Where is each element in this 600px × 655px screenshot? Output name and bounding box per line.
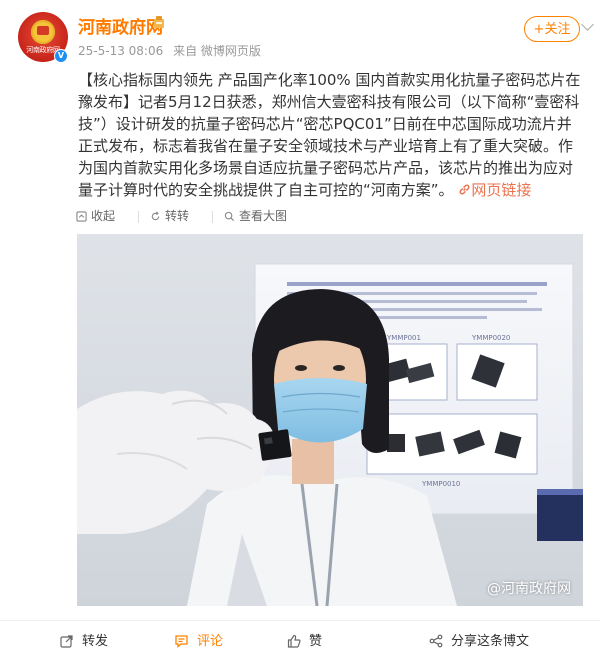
- verified-badge-icon: V: [54, 49, 68, 63]
- chip-model-label: YMMP0010: [421, 480, 460, 488]
- post-text: 【核心指标国内领先 产品国产化率100% 国内首款实用化抗量子密码芯片在豫发布】…: [78, 69, 584, 201]
- forward-label: 转发: [82, 634, 109, 649]
- post-body: 【核心指标国内领先 产品国产化率100% 国内首款实用化抗量子密码芯片在豫发布】…: [78, 71, 581, 199]
- thumbs-up-icon: [287, 634, 301, 648]
- post-photo[interactable]: YMMP001 YMMP0020 YMMP0010 @河南政府网: [77, 234, 583, 606]
- view-large-label: 查看大图: [239, 209, 288, 223]
- web-link-label[interactable]: 网页链接: [471, 181, 531, 199]
- like-label: 赞: [309, 634, 323, 649]
- account-name[interactable]: 河南政府网: [78, 13, 163, 38]
- photo-watermark: @河南政府网: [487, 581, 571, 597]
- chip-model-label: YMMP001: [386, 334, 421, 342]
- toolbar-divider: [138, 211, 139, 223]
- photo-scene: YMMP001 YMMP0020 YMMP0010: [77, 234, 583, 606]
- magnify-icon: [224, 211, 235, 222]
- like-button[interactable]: 赞: [287, 630, 322, 649]
- emblem-icon: [31, 20, 55, 44]
- share-label: 分享这条博文: [451, 634, 530, 649]
- forward-button[interactable]: 转发: [60, 630, 108, 649]
- collapse-button[interactable]: 收起: [76, 207, 115, 224]
- web-link[interactable]: 网页链接: [458, 181, 531, 199]
- toolbar-divider: [212, 211, 213, 223]
- chevron-down-icon[interactable]: [581, 18, 594, 31]
- comment-label: 评论: [197, 634, 224, 649]
- post-meta: 25-5-13 08:06 来自 微博网页版: [78, 42, 267, 59]
- share-button[interactable]: 分享这条博文: [429, 630, 529, 649]
- rotate-icon: [151, 211, 160, 221]
- post-source: 来自 微博网页版: [173, 44, 261, 58]
- comment-icon: [175, 635, 188, 648]
- post-actions: 转发 评论 赞 分享这条博文: [0, 620, 600, 655]
- crown-icon: [154, 16, 164, 28]
- rotate-label: 转转: [165, 209, 190, 223]
- view-large-button[interactable]: 查看大图: [224, 207, 287, 224]
- share-icon: [429, 634, 443, 648]
- follow-button[interactable]: +关注: [524, 16, 580, 42]
- collapse-icon: [76, 211, 87, 222]
- link-icon: [459, 184, 470, 195]
- post-header: 河南政府网 V 河南政府网 25-5-13 08:06 来自 微博网页版 +关注: [0, 0, 600, 70]
- rotate-button[interactable]: 转转: [150, 207, 189, 224]
- collapse-label: 收起: [91, 209, 116, 223]
- comment-button[interactable]: 评论: [174, 630, 223, 649]
- chip-model-label: YMMP0020: [471, 334, 510, 342]
- post-time[interactable]: 25-5-13 08:06: [78, 44, 163, 58]
- forward-icon: [60, 635, 73, 648]
